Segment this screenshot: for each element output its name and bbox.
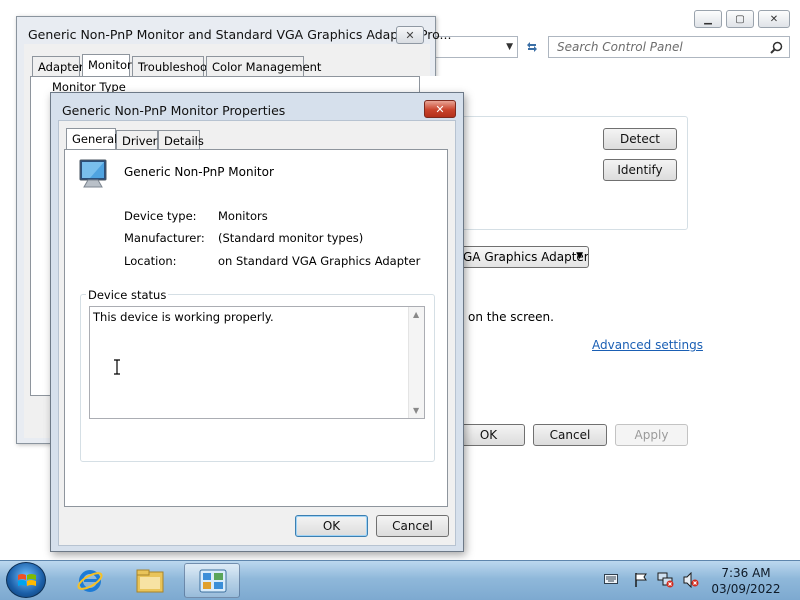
monitor-dialog-close-button[interactable]: ✕ <box>424 100 456 118</box>
monitor-icon <box>79 159 107 188</box>
text-cursor-icon <box>114 359 120 375</box>
detect-button[interactable]: Detect <box>603 128 677 150</box>
chevron-down-icon: ▼ <box>506 42 513 52</box>
minimize-icon: ▁ <box>704 13 712 25</box>
refresh-icon <box>527 42 537 52</box>
clock-time: 7:36 AM <box>721 566 771 580</box>
close-icon: ✕ <box>769 13 779 25</box>
vertical-scrollbar[interactable]: ▲ ▼ <box>408 307 424 418</box>
chevron-down-icon: ▼ <box>576 251 583 261</box>
tab-color-management[interactable]: Color Management <box>206 56 321 76</box>
advanced-settings-link[interactable]: Advanced settings <box>592 338 703 352</box>
screen-hint-text: on the screen. <box>468 310 554 324</box>
device-name: Generic Non-PnP Monitor <box>124 165 274 179</box>
device-status-text: This device is working properly. <box>93 310 274 324</box>
monitor-cancel-button[interactable]: Cancel <box>376 515 449 537</box>
adapter-dialog-close-button[interactable]: ✕ <box>396 26 424 44</box>
windows-logo-icon <box>18 574 36 586</box>
maximize-icon: ▢ <box>735 13 745 25</box>
device-type-label: Device type: <box>124 209 197 223</box>
search-placeholder: Search Control Panel <box>557 40 683 54</box>
taskbar-internet-explorer[interactable] <box>62 563 118 598</box>
device-status-label: Device status <box>86 288 169 302</box>
search-icon <box>770 41 783 54</box>
tab-general[interactable]: General <box>66 128 117 150</box>
tab-troubleshoot[interactable]: Troubleshoot <box>132 56 212 76</box>
manufacturer-value: (Standard monitor types) <box>218 231 364 245</box>
taskbar-clock[interactable]: 7:36 AM 03/09/2022 <box>708 565 784 597</box>
adapter-cancel-button[interactable]: Cancel <box>533 424 607 446</box>
location-label: Location: <box>124 254 177 268</box>
internet-explorer-icon <box>77 570 103 592</box>
adapter-select-value: GA Graphics Adapter <box>463 250 589 264</box>
maximize-button[interactable]: ▢ <box>726 10 754 28</box>
search-input[interactable]: Search Control Panel <box>548 36 790 58</box>
folder-icon <box>136 569 164 593</box>
taskbar-control-panel[interactable] <box>184 563 240 598</box>
tab-monitor[interactable]: Monitor <box>82 54 132 76</box>
refresh-button[interactable] <box>520 36 544 58</box>
start-button[interactable] <box>6 562 46 598</box>
tab-adapter[interactable]: Adapter <box>32 56 84 76</box>
close-icon: ✕ <box>435 102 445 116</box>
keyboard-icon[interactable] <box>604 574 618 584</box>
scroll-down-icon: ▼ <box>413 406 420 415</box>
location-value: on Standard VGA Graphics Adapter <box>218 254 421 268</box>
network-disconnected-icon[interactable] <box>657 572 675 588</box>
adapter-dialog-title: Generic Non-PnP Monitor and Standard VGA… <box>28 27 452 42</box>
scroll-up-icon: ▲ <box>413 310 420 319</box>
volume-muted-icon[interactable] <box>682 572 700 588</box>
taskbar <box>0 560 800 600</box>
tab-driver[interactable]: Driver <box>116 130 158 150</box>
close-icon: ✕ <box>405 28 415 42</box>
device-type-value: Monitors <box>218 209 268 223</box>
window-close-button[interactable]: ✕ <box>758 10 790 28</box>
monitor-ok-button[interactable]: OK <box>295 515 368 537</box>
tab-details[interactable]: Details <box>158 130 204 150</box>
clock-date: 03/09/2022 <box>711 582 781 596</box>
action-center-flag-icon[interactable] <box>633 572 649 588</box>
identify-button[interactable]: Identify <box>603 159 677 181</box>
taskbar-explorer[interactable] <box>122 563 178 598</box>
control-panel-icon <box>199 569 227 593</box>
monitor-dialog-title: Generic Non-PnP Monitor Properties <box>62 103 286 118</box>
device-status-textbox[interactable]: This device is working properly. ▲ ▼ <box>89 306 425 419</box>
manufacturer-label: Manufacturer: <box>124 231 205 245</box>
minimize-button[interactable]: ▁ <box>694 10 722 28</box>
apply-button[interactable]: Apply <box>615 424 688 446</box>
